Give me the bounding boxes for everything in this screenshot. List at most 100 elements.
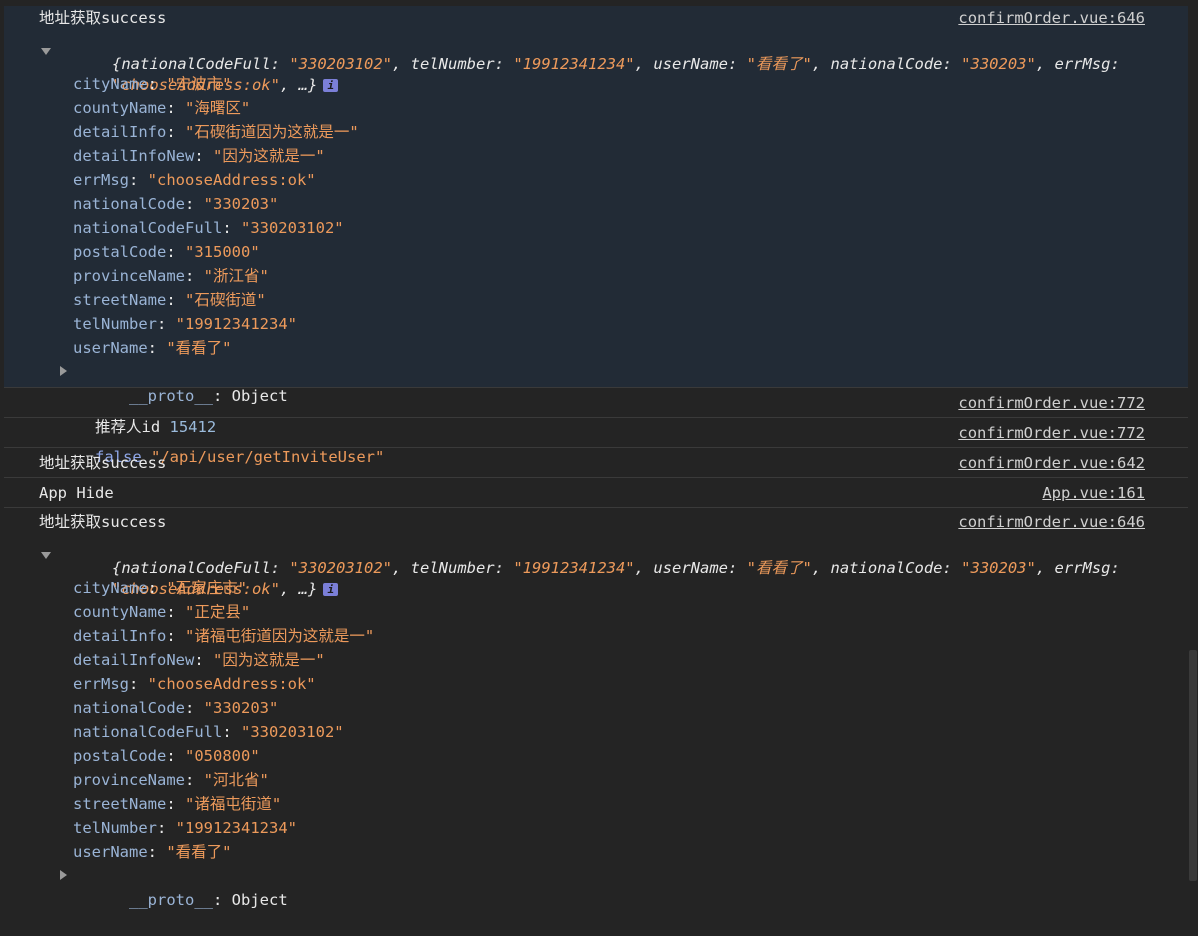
scrollbar-track[interactable] — [1188, 0, 1198, 881]
property-row[interactable]: userName: "看看了" — [73, 336, 232, 360]
property-row[interactable]: cityName: "石家庄市" — [73, 576, 247, 600]
property-row[interactable]: nationalCode: "330203" — [73, 192, 278, 216]
property-value: "330203102" — [240, 219, 344, 237]
source-link[interactable]: App.vue:161 — [1042, 481, 1145, 505]
source-link[interactable]: confirmOrder.vue:772 — [958, 421, 1145, 445]
pv-val: "看看了" — [746, 55, 812, 73]
property-separator: : — [222, 219, 241, 237]
message-text: 地址获取success — [39, 513, 167, 531]
message-text: 地址获取success — [39, 9, 167, 27]
source-link[interactable]: confirmOrder.vue:646 — [958, 510, 1145, 534]
source-link[interactable]: confirmOrder.vue:772 — [958, 391, 1145, 415]
property-key: cityName — [73, 75, 148, 93]
proto-row[interactable]: __proto__: Object — [73, 864, 288, 909]
property-key: detailInfo — [73, 627, 167, 645]
property-value: "浙江省" — [203, 267, 269, 285]
property-separator: : — [147, 339, 167, 357]
property-row[interactable]: provinceName: "河北省" — [73, 768, 269, 792]
property-row[interactable]: provinceName: "浙江省" — [73, 264, 269, 288]
pv-key: userName — [653, 55, 728, 73]
proto-row[interactable]: __proto__: Object — [73, 360, 288, 405]
expand-toggle-icon[interactable] — [41, 48, 51, 55]
property-separator: : — [157, 315, 176, 333]
property-row[interactable]: countyName: "正定县" — [73, 600, 250, 624]
property-row[interactable]: nationalCodeFull: "330203102" — [73, 720, 344, 744]
property-key: userName — [73, 843, 148, 861]
property-row[interactable]: nationalCodeFull: "330203102" — [73, 216, 344, 240]
source-link[interactable]: confirmOrder.vue:642 — [958, 451, 1145, 475]
property-row[interactable]: userName: "看看了" — [73, 840, 232, 864]
console-message: App Hide App.vue:161 — [4, 478, 1188, 508]
property-row[interactable]: detailInfo: "诸福屯街道因为这就是一" — [73, 624, 374, 648]
property-separator: : — [147, 843, 167, 861]
message-text: 推荐人id 15412 — [39, 391, 216, 436]
property-separator: : — [129, 171, 148, 189]
property-separator: : — [166, 291, 185, 309]
message-text: App Hide — [39, 484, 114, 502]
scrollbar-thumb[interactable] — [1189, 650, 1197, 881]
property-row[interactable]: detailInfoNew: "因为这就是一" — [73, 144, 325, 168]
property-key: nationalCode — [73, 195, 185, 213]
property-key: errMsg — [73, 171, 129, 189]
property-row[interactable]: errMsg: "chooseAddress:ok" — [73, 672, 316, 696]
property-separator: : — [184, 195, 204, 213]
info-icon[interactable]: i — [323, 583, 339, 596]
property-value: "330203" — [203, 195, 279, 213]
property-row[interactable]: errMsg: "chooseAddress:ok" — [73, 168, 316, 192]
proto-value: Object — [231, 891, 288, 909]
expand-toggle-icon[interactable] — [41, 552, 51, 559]
property-row[interactable]: countyName: "海曙区" — [73, 96, 250, 120]
console-message: 推荐人id 15412 confirmOrder.vue:772 — [4, 388, 1188, 436]
property-key: nationalCode — [73, 699, 185, 717]
pv-val: "19912341234" — [513, 55, 635, 73]
property-key: nationalCodeFull — [73, 219, 223, 237]
property-row[interactable]: streetName: "石碶街道" — [73, 288, 266, 312]
console-message: false "/api/user/getInviteUser" confirmO… — [4, 418, 1188, 466]
property-row[interactable]: streetName: "诸福屯街道" — [73, 792, 281, 816]
info-icon[interactable]: i — [323, 79, 339, 92]
property-row[interactable]: cityName: "宁波市" — [73, 72, 232, 96]
property-row[interactable]: telNumber: "19912341234" — [73, 816, 297, 840]
property-row[interactable]: detailInfoNew: "因为这就是一" — [73, 648, 325, 672]
property-row[interactable]: nationalCode: "330203" — [73, 696, 278, 720]
property-key: detailInfoNew — [73, 651, 195, 669]
property-key: streetName — [73, 291, 167, 309]
object-preview-line2[interactable]: "chooseAddress:ok", …} i — [56, 49, 339, 94]
property-key: errMsg — [73, 675, 129, 693]
property-key: countyName — [73, 99, 167, 117]
property-row[interactable]: telNumber: "19912341234" — [73, 312, 297, 336]
property-key: provinceName — [73, 771, 185, 789]
property-value: "宁波市" — [166, 75, 232, 93]
property-separator: : — [166, 603, 185, 621]
property-separator: : — [166, 627, 185, 645]
property-row[interactable]: postalCode: "315000" — [73, 240, 260, 264]
expand-proto-icon[interactable] — [60, 870, 67, 880]
pv-key: telNumber — [410, 55, 495, 73]
source-link[interactable]: confirmOrder.vue:646 — [958, 6, 1145, 30]
property-value: "因为这就是一" — [213, 651, 325, 669]
property-separator: : — [166, 795, 185, 813]
property-row[interactable]: postalCode: "050800" — [73, 744, 260, 768]
pv-val: "330203" — [961, 559, 1036, 577]
pv-val: "330203" — [961, 55, 1036, 73]
property-value: "315000" — [185, 243, 260, 261]
property-value: "因为这就是一" — [213, 147, 325, 165]
property-value: "诸福屯街道因为这就是一" — [185, 627, 375, 645]
property-separator: : — [129, 675, 148, 693]
property-separator: : — [184, 267, 204, 285]
property-separator: : — [194, 147, 213, 165]
pv-key: nationalCode — [830, 55, 943, 73]
pv-key: errMsg — [1054, 55, 1111, 73]
expand-proto-icon[interactable] — [60, 366, 67, 376]
pv-val: "19912341234" — [513, 559, 635, 577]
property-value: "330203" — [203, 699, 279, 717]
property-key: telNumber — [73, 315, 157, 333]
message-text: false "/api/user/getInviteUser" — [39, 421, 384, 466]
property-row[interactable]: detailInfo: "石碶街道因为这就是一" — [73, 120, 359, 144]
property-value: "19912341234" — [175, 315, 297, 333]
pv-val: "看看了" — [746, 559, 812, 577]
property-value: "石碶街道" — [185, 291, 266, 309]
devtools-console: 地址获取success confirmOrder.vue:646 {nation… — [0, 0, 1198, 909]
object-preview-line2[interactable]: "chooseAddress:ok", …} i — [56, 553, 339, 598]
property-value: "石碶街道因为这就是一" — [185, 123, 359, 141]
